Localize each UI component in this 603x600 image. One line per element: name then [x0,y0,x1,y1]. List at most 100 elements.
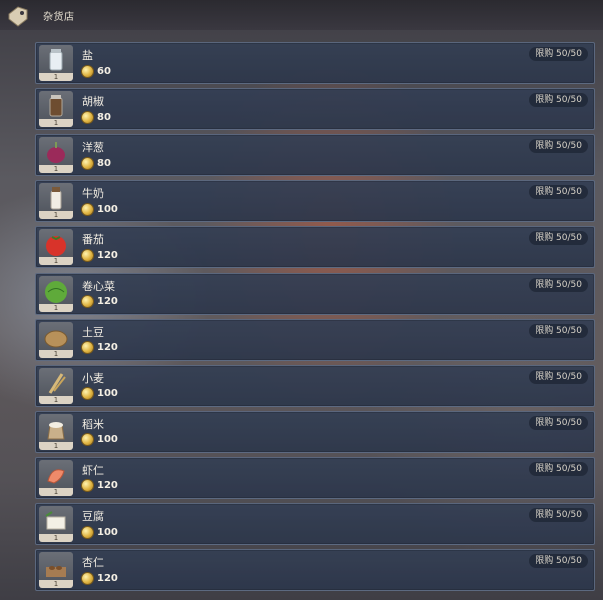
item-name: 牛奶 [82,187,104,201]
price-value: 120 [97,296,118,307]
item-thumbnail: 1 [39,275,73,312]
purchase-limit-badge: 限购 50/50 [529,93,588,108]
item-quantity: 1 [39,165,73,174]
onion-icon [47,142,65,164]
item-price: 100 [82,388,118,400]
price-value: 60 [97,65,111,77]
shop-item-row[interactable]: 1 杏仁 120 限购 50/50 [35,549,595,592]
mora-coin-icon [82,296,93,307]
item-name: 小麦 [82,371,104,385]
shop-item-row[interactable]: 1 稻米 100 限购 50/50 [35,410,595,453]
price-value: 120 [97,480,118,492]
shop-item-row[interactable]: 1 土豆 120 限购 50/50 [35,318,595,361]
cabbage-icon [45,280,67,303]
item-name: 豆腐 [82,510,104,523]
item-price: 100 [82,526,118,538]
item-quantity: 1 [39,580,73,589]
shop-item-row[interactable]: 1 盐 60 限购 50/50 [35,42,595,84]
mora-coin-icon [82,434,93,446]
item-thumbnail: 1 [39,506,73,542]
price-value: 120 [97,572,118,584]
shop-item-row[interactable]: 1 洋葱 80 限购 50/50 [35,134,595,177]
almond-icon [46,566,66,578]
item-quantity: 1 [39,211,73,220]
item-quantity: 1 [39,303,73,312]
top-bar: 杂货店 [0,0,603,30]
mora-coin-icon [82,572,93,584]
price-value: 100 [97,388,118,400]
purchase-limit-badge: 限购 50/50 [529,47,588,61]
item-name: 胡椒 [82,95,104,109]
purchase-limit-badge: 限购 50/50 [529,415,588,430]
potato-icon [44,330,68,348]
shop-item-row[interactable]: 1 卷心菜 120 限购 50/50 [35,272,595,315]
item-price: 120 [82,296,118,308]
item-name: 土豆 [82,325,104,339]
tomato-icon [46,236,66,257]
purchase-limit-badge: 限购 50/50 [529,461,588,476]
item-thumbnail: 1 [39,459,73,496]
item-name: 杏仁 [82,556,104,570]
item-name: 卷心菜 [82,279,115,293]
shop-item-row[interactable]: 1 小麦 100 限购 50/50 [35,364,595,407]
mora-coin-icon [82,480,93,492]
shop-item-row[interactable]: 1 牛奶 100 限购 50/50 [35,180,595,223]
item-quantity: 1 [39,395,73,404]
item-price: 100 [82,434,118,446]
item-price: 120 [82,480,118,492]
item-quantity: 1 [39,534,73,542]
item-price: 80 [82,111,111,123]
item-thumbnail: 1 [39,367,73,404]
salt-icon [49,49,63,71]
price-value: 120 [97,342,118,354]
item-thumbnail: 1 [39,91,73,128]
mora-coin-icon [82,203,93,215]
item-quantity: 1 [39,487,73,496]
wheat-icon [48,372,66,394]
mora-coin-icon [82,157,93,169]
purchase-limit-badge: 限购 50/50 [529,369,588,384]
item-thumbnail: 1 [39,321,73,358]
item-price: 100 [82,203,118,215]
item-quantity: 1 [39,441,73,450]
pepper-icon [49,95,63,117]
price-value: 100 [97,203,118,215]
price-value: 120 [97,249,118,261]
shrimp-icon [47,469,65,484]
item-quantity: 1 [39,119,73,128]
item-price: 80 [82,157,111,169]
mora-coin-icon [82,111,93,123]
item-name: 盐 [82,49,93,62]
item-thumbnail: 1 [39,183,73,220]
item-quantity: 1 [39,257,73,266]
item-name: 洋葱 [82,141,104,155]
purchase-limit-badge: 限购 50/50 [529,139,588,154]
rice-icon [47,421,65,440]
purchase-limit-badge: 限购 50/50 [529,277,588,292]
shop-item-row[interactable]: 1 豆腐 100 限购 50/50 [35,503,595,545]
purchase-limit-badge: 限购 50/50 [529,554,588,569]
price-value: 80 [97,157,111,169]
mora-coin-icon [82,65,93,77]
item-name: 稻米 [82,417,104,431]
mora-coin-icon [82,388,93,400]
price-value: 80 [97,111,111,123]
shop-item-row[interactable]: 1 胡椒 80 限购 50/50 [35,88,595,131]
item-price: 120 [82,342,118,354]
shop-item-row[interactable]: 1 番茄 120 限购 50/50 [35,226,595,269]
item-thumbnail: 1 [39,413,73,450]
shop-item-row[interactable]: 1 虾仁 120 限购 50/50 [35,456,595,499]
milk-icon [50,187,62,210]
item-thumbnail: 1 [39,229,73,266]
item-name: 番茄 [82,233,104,247]
purchase-limit-badge: 限购 50/50 [529,185,588,200]
mora-coin-icon [82,249,93,261]
item-quantity: 1 [39,349,73,358]
price-value: 100 [97,526,118,538]
item-name: 虾仁 [82,463,104,477]
mora-coin-icon [82,342,93,354]
item-price: 120 [82,572,118,584]
item-quantity: 1 [39,73,73,81]
purchase-limit-badge: 限购 50/50 [529,231,588,246]
mora-coin-icon [82,526,93,538]
